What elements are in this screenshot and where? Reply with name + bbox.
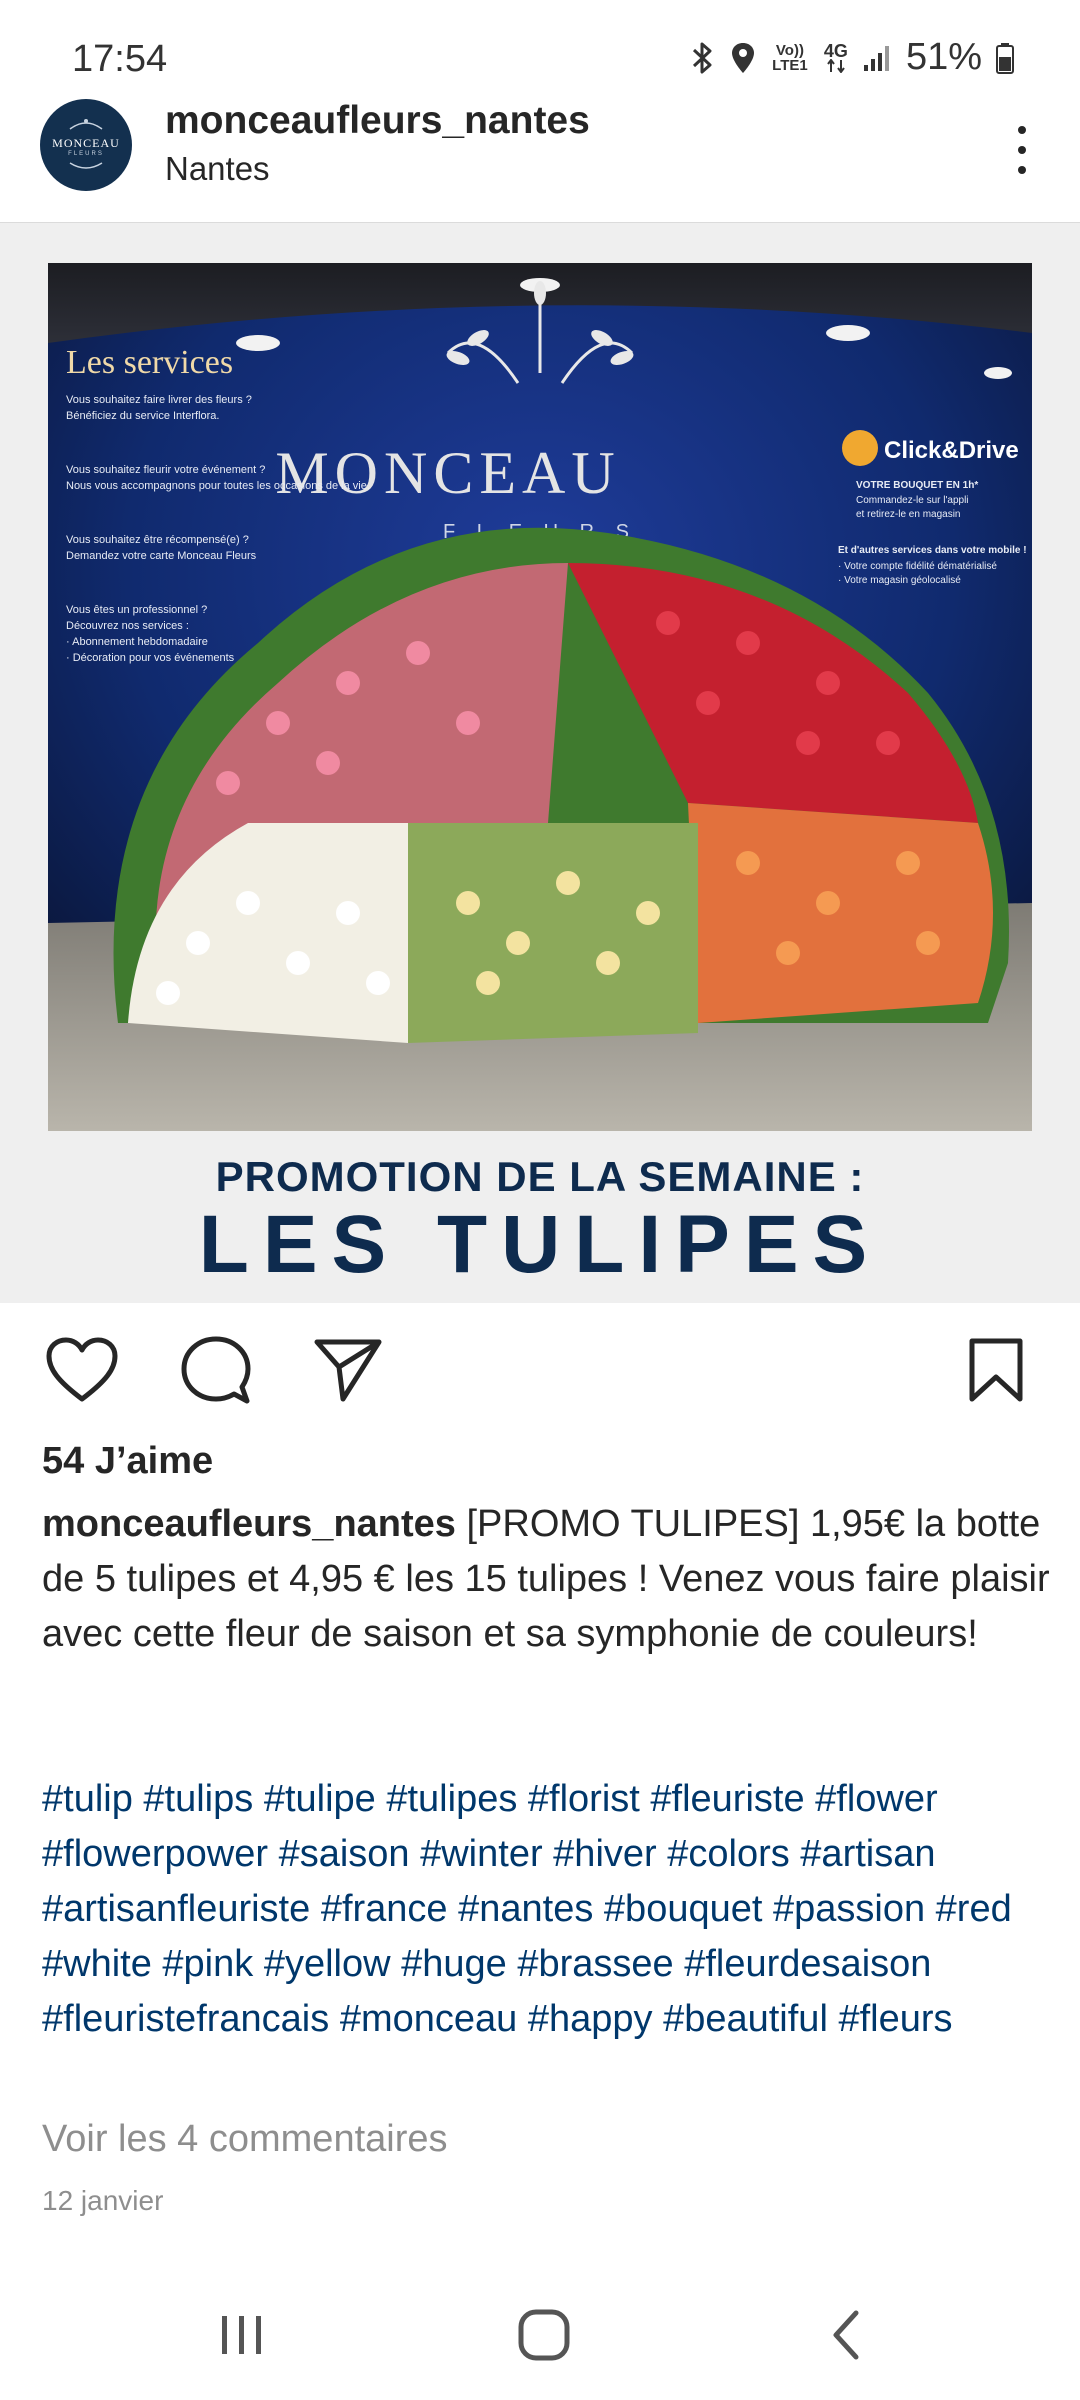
sign-services-title: Les services	[66, 344, 233, 381]
avatar[interactable]: MONCEAU FLEURS	[40, 99, 132, 191]
sign-services-line: Demandez votre carte Monceau Fleurs	[66, 550, 257, 562]
network-4g-indicator: 4G	[823, 40, 848, 73]
recent-apps-icon	[222, 2316, 261, 2354]
hashtag-link[interactable]: #tulip	[42, 1778, 133, 1820]
hashtag-link[interactable]: #huge	[401, 1943, 507, 1985]
hashtag-link[interactable]: #white	[42, 1943, 152, 1985]
hashtag-link[interactable]: #nantes	[458, 1888, 593, 1930]
hashtag-link[interactable]: #colors	[667, 1833, 790, 1875]
post-caption: monceaufleurs_nantes [PROMO TULIPES] 1,9…	[42, 1497, 1052, 1662]
sign-click-drive-title: Click&Drive	[884, 437, 1019, 464]
hashtag-link[interactable]: #artisan	[800, 1833, 935, 1875]
home-button[interactable]	[504, 2300, 584, 2370]
network-4g-label: 4G	[823, 40, 848, 61]
sign-services-line: · Décoration pour vos événements	[66, 652, 235, 664]
send-icon	[314, 1339, 382, 1402]
sign-click-drive-line: VOTRE BOUQUET EN 1h*	[856, 480, 978, 491]
hashtag-link[interactable]: #hiver	[553, 1833, 657, 1875]
avatar-brand-subtext: FLEURS	[68, 151, 104, 157]
promo-heading: PROMOTION DE LA SEMAINE :	[215, 1153, 865, 1200]
sign-services-line: Bénéficiez du service Interflora.	[66, 410, 219, 422]
sign-services-line: · Abonnement hebdomadaire	[66, 636, 208, 648]
sign-services-line: Nous vous accompagnons pour toutes les o…	[66, 480, 370, 492]
more-options-button[interactable]	[992, 115, 1052, 185]
hashtag-link[interactable]: #monceau	[340, 1998, 517, 2040]
sign-services-line: Découvrez nos services :	[66, 620, 189, 632]
promo-title: LES TULIPES	[198, 1199, 882, 1290]
location-icon	[730, 41, 756, 75]
post-image[interactable]: MONCEAU F L E U R S Les services Vous so…	[0, 223, 1080, 1303]
hashtag-link[interactable]: #passion	[773, 1888, 925, 1930]
hashtag-link[interactable]: #saison	[279, 1833, 410, 1875]
hashtag-link[interactable]: #winter	[420, 1833, 543, 1875]
back-icon	[833, 2310, 859, 2360]
tulip-display-illustration: MONCEAU F L E U R S Les services Vous so…	[48, 263, 1032, 1131]
volte-indicator: Vo)) LTE1	[772, 41, 808, 74]
comment-icon	[181, 1336, 251, 1404]
hashtag-link[interactable]: #fleurs	[838, 1998, 952, 2040]
hashtag-link[interactable]: #florist	[528, 1778, 640, 1820]
hashtag-link[interactable]: #fleuriste	[650, 1778, 804, 1820]
sign-services-line: Vous êtes un professionnel ?	[66, 604, 207, 616]
post-date: 12 janvier	[42, 2185, 164, 2216]
hashtag-link[interactable]: #happy	[528, 1998, 653, 2040]
hashtag-link[interactable]: #bouquet	[604, 1888, 763, 1930]
save-button[interactable]	[956, 1330, 1036, 1410]
hashtag-link[interactable]: #brassee	[517, 1943, 673, 1985]
sign-click-drive-line: Et d'autres services dans votre mobile !	[838, 545, 1027, 556]
share-button[interactable]	[308, 1330, 388, 1410]
sign-click-drive-line: et retirez-le en magasin	[856, 509, 961, 520]
signal-icon	[862, 43, 892, 73]
hashtag-link[interactable]: #pink	[162, 1943, 253, 1985]
hashtag-link[interactable]: #beautiful	[663, 1998, 828, 2040]
battery-percentage: 51%	[905, 36, 982, 78]
hashtag-link[interactable]: #fleuristefrancais	[42, 1998, 329, 2040]
view-comments-link[interactable]: Voir les 4 commentaires	[42, 2118, 448, 2161]
sign-click-drive-line: · Votre magasin géolocalisé	[838, 575, 961, 586]
hashtag-link[interactable]: #tulips	[143, 1778, 253, 1820]
more-vertical-icon-dot	[1018, 166, 1026, 174]
hashtag-link[interactable]: #artisanfleuriste	[42, 1888, 310, 1930]
hashtag-link[interactable]: #fleurdesaison	[684, 1943, 931, 1985]
sign-brand-text: MONCEAU	[275, 440, 620, 506]
comment-button[interactable]	[176, 1330, 256, 1410]
hashtag-link[interactable]: #flowerpower	[42, 1833, 268, 1875]
home-icon	[518, 2309, 570, 2361]
store-photo: MONCEAU F L E U R S Les services Vous so…	[48, 263, 1032, 1131]
post-location[interactable]: Nantes	[165, 150, 270, 188]
system-nav-bar	[0, 2270, 1080, 2400]
hashtag-list: #tulip #tulips #tulipe #tulipes #florist…	[42, 1772, 1052, 2047]
sign-click-drive-line: Commandez-le sur l'appli	[856, 495, 969, 506]
heart-icon	[46, 1337, 118, 1402]
sign-services-line: Vous souhaitez fleurir votre événement ?	[66, 464, 265, 476]
hashtag-link[interactable]: #red	[936, 1888, 1012, 1930]
more-vertical-icon	[1018, 126, 1026, 134]
status-time: 17:54	[72, 38, 168, 80]
hashtag-link[interactable]: #tulipes	[386, 1778, 517, 1820]
back-button[interactable]	[806, 2300, 886, 2370]
bluetooth-icon	[690, 41, 716, 75]
hashtag-link[interactable]: #tulipe	[264, 1778, 376, 1820]
post-header: MONCEAU FLEURS monceaufleurs_nantes Nant…	[0, 95, 1080, 223]
sign-click-drive-line: · Votre compte fidélité dématérialisé	[838, 561, 997, 572]
recent-apps-button[interactable]	[202, 2300, 282, 2370]
avatar-brand-text: MONCEAU	[52, 136, 120, 150]
hashtag-link[interactable]: #flower	[815, 1778, 938, 1820]
more-vertical-icon-dot	[1018, 146, 1026, 154]
bookmark-icon	[969, 1338, 1023, 1402]
sign-services-line: Vous souhaitez faire livrer des fleurs ?	[66, 394, 252, 406]
hashtag-link[interactable]: #france	[321, 1888, 448, 1930]
caption-username[interactable]: monceaufleurs_nantes	[42, 1503, 456, 1545]
battery-icon	[996, 42, 1014, 74]
likes-count[interactable]: 54 J’aime	[42, 1440, 213, 1483]
post-username[interactable]: monceaufleurs_nantes	[165, 99, 590, 143]
like-button[interactable]	[42, 1330, 122, 1410]
status-icons: Vo)) LTE1 4G 51%	[690, 36, 1014, 79]
post-actions	[0, 1305, 1080, 1435]
hashtag-link[interactable]: #yellow	[264, 1943, 391, 1985]
sign-services-line: Vous souhaitez être récompensé(e) ?	[66, 534, 249, 546]
